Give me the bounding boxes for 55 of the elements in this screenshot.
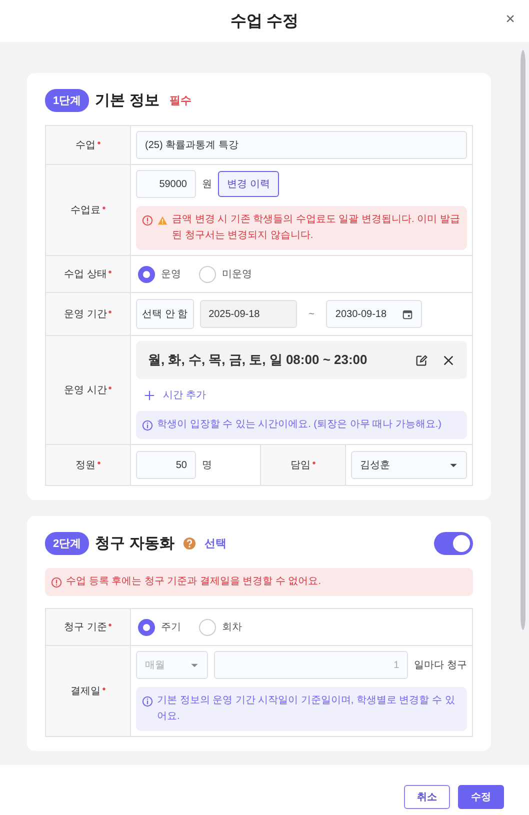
radio-option[interactable]: 회차 (199, 618, 242, 636)
cancel-button[interactable]: 취소 (404, 785, 450, 809)
field-label: 수업 상태 (46, 256, 131, 292)
radio-option[interactable]: 주기 (138, 618, 181, 636)
end-date-field[interactable]: 2030-09-18 (326, 300, 422, 328)
dialog-title: 수업 수정 (230, 12, 299, 32)
warning-icon (157, 215, 168, 226)
period-mode-button[interactable]: 선택 안 함 (136, 299, 194, 329)
caret-icon (190, 662, 199, 668)
step-badge: 2단계 (45, 532, 90, 554)
class-field[interactable]: (25) 확률과통계 특강 (136, 131, 467, 159)
field-label: 담임 (260, 445, 346, 485)
section-title: 기본 정보 (95, 90, 160, 110)
field-label: 운영 시간 (46, 336, 131, 444)
scrollbar[interactable] (520, 50, 526, 630)
field-label: 수업 (46, 126, 131, 164)
teacher-select[interactable]: 김성훈 (351, 451, 467, 479)
edit-icon[interactable] (415, 354, 428, 366)
field-label: 정원 (46, 445, 131, 485)
info-icon (142, 420, 153, 431)
submit-button[interactable]: 수정 (458, 785, 504, 809)
fee-field[interactable]: 59000 (136, 170, 196, 198)
info-text: 학생이 입장할 수 있는 시간이에요. (퇴장은 아무 때나 가능해요.) (157, 418, 442, 432)
close-button[interactable]: × (504, 11, 517, 29)
plus-icon (144, 390, 155, 400)
info-icon (142, 696, 153, 707)
step-badge: 1단계 (45, 88, 90, 112)
calendar-icon[interactable] (402, 308, 414, 320)
field-label: 결제일 (46, 646, 131, 736)
warning-text: 수업 등록 후에는 청구 기준과 결제일을 변경할 수 없어요. (66, 575, 322, 589)
toggle-switch[interactable] (434, 532, 473, 554)
info-text: 기본 정보의 운영 기간 시작일이 기준일이며, 학생별로 변경할 수 있어요. (157, 694, 456, 724)
required-tag: 필수 (169, 92, 192, 108)
field-label: 수업료 (46, 165, 131, 255)
info-icon (51, 577, 62, 588)
section-title: 청구 자동화 (95, 534, 174, 552)
field-label: 청구 기준 (46, 609, 131, 645)
optional-tag: 선택 (204, 536, 226, 550)
info-icon (142, 215, 153, 226)
range-separator: ~ (308, 308, 314, 320)
field-label: 운영 기간 (46, 293, 131, 335)
add-time-button[interactable]: 시간 추가 (136, 387, 214, 403)
warning-text: 금액 변경 시 기존 학생들의 수업료도 일괄 변경됩니다. 이미 발급된 청구서는 변경되지 않습니다. (172, 213, 461, 243)
time-slot-text: 월, 화, 수, 목, 금, 토, 일 08:00 ~ 23:00 (148, 351, 368, 369)
unit-text: 원 (202, 178, 212, 191)
help-icon[interactable] (183, 536, 196, 550)
caret-icon (449, 462, 458, 468)
radio-option[interactable]: 운영 (138, 266, 181, 282)
suffix-text: 일마다 청구 (414, 659, 467, 672)
history-button[interactable]: 변경 이력 (218, 171, 279, 197)
start-date-field[interactable]: 2025-09-18 (200, 300, 297, 328)
capacity-field[interactable]: 50 (136, 451, 196, 479)
unit-text: 명 (202, 459, 212, 472)
close-icon[interactable] (442, 354, 455, 366)
radio-option[interactable]: 미운영 (199, 266, 252, 282)
